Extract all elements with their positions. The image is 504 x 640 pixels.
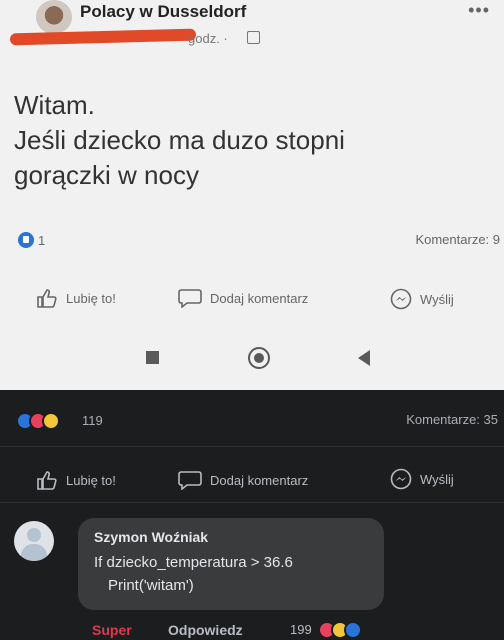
group-avatar[interactable]	[36, 0, 72, 34]
comment-reaction-count[interactable]: 199	[290, 622, 312, 637]
comment-bubble-icon	[178, 471, 202, 490]
send-button-dark[interactable]: Wyślij	[390, 468, 454, 490]
messenger-icon	[390, 468, 412, 490]
send-button[interactable]: Wyślij	[390, 288, 454, 310]
like-reaction-icon	[344, 621, 362, 639]
action-bar: Lubię to! Dodaj komentarz Wyślij	[0, 284, 504, 312]
group-name[interactable]: Polacy w Dusseldorf	[80, 2, 246, 22]
nav-square-icon[interactable]	[146, 351, 159, 364]
like-thumb-icon	[37, 471, 57, 490]
divider	[0, 446, 504, 447]
like-label: Lubię to!	[66, 290, 116, 306]
comment-bubble: Szymon Woźniak If dziecko_temperatura > …	[78, 518, 384, 610]
comment-bubble-icon	[178, 289, 202, 308]
like-button[interactable]: Lubię to!	[36, 288, 116, 308]
post-time: godz. ·	[188, 31, 228, 46]
like-count[interactable]: 1	[38, 233, 45, 248]
send-label: Wyślij	[420, 291, 454, 307]
comments-count[interactable]: Komentarze: 9	[415, 232, 500, 247]
divider	[0, 502, 504, 503]
reply-button[interactable]: Odpowiedz	[168, 622, 243, 638]
comments-count-dark[interactable]: Komentarze: 35	[406, 412, 498, 427]
like-label: Lubię to!	[66, 472, 116, 488]
like-badge-icon	[18, 232, 34, 248]
comment-label: Dodaj komentarz	[210, 290, 309, 306]
globe-icon	[247, 31, 260, 44]
post-text: Witam. Jeśli dziecko ma duzo stopni gorą…	[14, 88, 494, 193]
comment-button-dark[interactable]: Dodaj komentarz	[178, 470, 308, 490]
messenger-icon	[390, 288, 412, 310]
post-text-line: Witam.	[14, 90, 95, 120]
like-thumb-icon	[37, 289, 57, 308]
post-text-line: Jeśli dziecko ma duzo stopni	[14, 125, 345, 155]
commenter-avatar[interactable]	[14, 521, 54, 561]
comment-author[interactable]: Szymon Woźniak	[94, 529, 208, 545]
redaction-mark	[9, 28, 197, 46]
like-button-dark[interactable]: Lubię to!	[36, 470, 116, 490]
haha-reaction-icon	[42, 412, 60, 430]
post-text-line: gorączki w nocy	[14, 160, 199, 190]
more-icon[interactable]: •••	[468, 0, 490, 21]
comment-reaction-button[interactable]: Super	[92, 622, 132, 638]
post-card: Polacy w Dusseldorf ••• godz. · Witam. J…	[0, 0, 504, 390]
comment-reaction-icons[interactable]	[318, 621, 362, 639]
comment-button[interactable]: Dodaj komentarz	[178, 288, 308, 308]
comment-text-line: Print('witam')	[108, 577, 194, 594]
comment-label: Dodaj komentarz	[210, 472, 309, 488]
comment-text-line: If dziecko_temperatura > 36.6	[94, 554, 293, 571]
reaction-icons[interactable]	[16, 412, 60, 430]
nav-back-icon[interactable]	[358, 350, 370, 366]
reaction-count[interactable]: 119	[82, 413, 103, 428]
nav-home-icon[interactable]	[248, 347, 270, 369]
send-label: Wyślij	[420, 471, 454, 487]
